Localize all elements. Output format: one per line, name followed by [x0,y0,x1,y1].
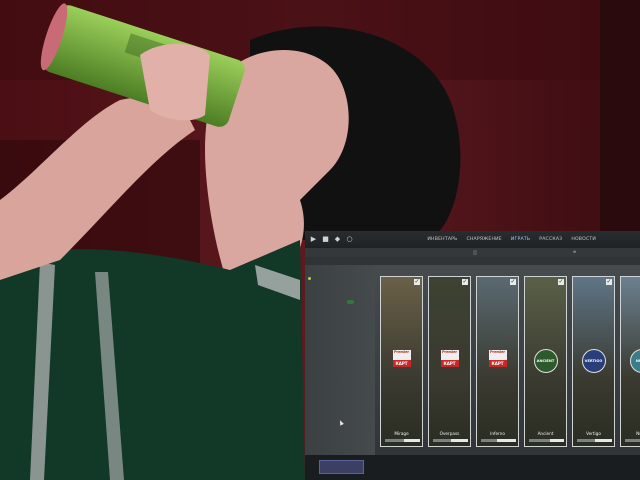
premier-logo-top: Premier [488,350,507,360]
map-progress-bar [481,439,516,442]
premier-logo: Premier КАРТ [392,350,412,370]
map-emblem-icon: ANCIENT [533,349,558,373]
premier-logo-bottom: КАРТ [488,360,507,367]
map-progress-fill [625,439,640,442]
map-card[interactable]: ✓NUKENuke [620,276,640,447]
map-progress-bar [529,439,564,442]
map-progress-bar [433,439,468,442]
premier-logo-bottom: КАРТ [392,360,411,367]
mode-tab-1[interactable] [473,250,477,255]
map-name: Mirage [394,431,409,436]
checkbox-icon[interactable]: ✓ [414,279,420,285]
map-card[interactable]: ✓ Premier КАРТ Inferno [476,276,519,447]
map-progress-fill [433,439,451,442]
top-bar: ▶ ■ ◆ ○ ИНВЕНТАРЬ СНАРЯЖЕНИЕ ИГРАТЬ РАСС… [305,231,640,248]
map-progress-bar [577,439,612,442]
map-progress-fill [385,439,405,442]
map-card[interactable]: ✓ ANCIENT Ancient [524,276,567,447]
settings-icon[interactable]: ■ [322,236,329,243]
shield-icon[interactable]: ◆ [334,236,341,243]
checkbox-icon[interactable]: ✓ [606,279,612,285]
premier-logo-bottom: КАРТ [440,360,459,367]
premier-logo-top: Premier [392,350,411,360]
play-icon[interactable]: ▶ [310,236,317,243]
map-name: Ancient [537,431,554,436]
map-card[interactable]: ✓ Premier КАРТ Overpass [428,276,471,447]
map-name: Inferno [490,431,505,436]
mouse-cursor-icon [338,419,344,426]
map-emblem-text: VERTIGO [584,359,603,363]
power-icon[interactable]: ○ [346,236,353,243]
premier-logo: Premier КАРТ [488,350,508,370]
nav-news[interactable]: НОВОСТИ [571,237,596,242]
mode-tabs: ⚙ [305,248,640,257]
map-progress-fill [481,439,497,442]
map-name: Vertigo [586,431,601,436]
filter-bar [305,257,640,265]
map-card[interactable]: ✓ Premier КАРТ Mirage [380,276,423,447]
checkbox-icon[interactable]: ✓ [558,279,564,285]
nav-play[interactable]: ИГРАТЬ [511,237,530,242]
map-emblem-icon: VERTIGO [581,349,606,373]
premier-logo-top: Premier [440,350,459,360]
bottom-bar [305,455,640,480]
map-progress-bar [385,439,420,442]
checkbox-icon[interactable]: ✓ [510,279,516,285]
map-progress-fill [577,439,595,442]
premier-logo: Premier КАРТ [440,350,460,370]
map-card[interactable]: ✓ VERTIGO Vertigo [572,276,615,447]
map-progress-fill [529,439,550,442]
map-emblem-text: ANCIENT [536,359,555,363]
main-nav: ИНВЕНТАРЬ СНАРЯЖЕНИЕ ИГРАТЬ РАССКАЗ НОВО… [427,231,596,248]
map-list: ✓ Premier КАРТ Mirage ✓ Premier КАРТ Overpass ✓ P… [380,276,640,448]
map-emblem-text: NUKE [635,359,640,363]
map-name: Nuke [636,431,640,436]
nav-watch[interactable]: РАССКАЗ [539,237,562,242]
nav-loadout[interactable]: СНАРЯЖЕНИЕ [467,237,502,242]
nav-inventory[interactable]: ИНВЕНТАРЬ [427,237,457,242]
mode-indicator-icon [308,277,311,280]
bottom-button[interactable] [319,460,364,474]
mode-details-panel [305,265,375,455]
map-name: Overpass [439,431,460,436]
option-toggle[interactable] [347,300,354,304]
map-progress-bar [625,439,640,442]
mode-settings-icon[interactable]: ⚙ [573,250,576,255]
game-window: ▶ ■ ◆ ○ ИНВЕНТАРЬ СНАРЯЖЕНИЕ ИГРАТЬ РАСС… [305,231,640,480]
checkbox-icon[interactable]: ✓ [462,279,468,285]
